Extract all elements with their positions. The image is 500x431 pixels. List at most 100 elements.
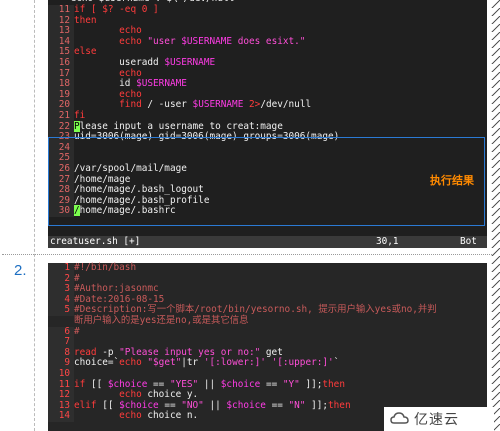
code-token: $choice [107, 378, 148, 390]
code-token: $USERNAME [136, 78, 187, 90]
line-number: 10 [48, 368, 74, 380]
watermark: 亿速云 [384, 407, 494, 431]
code-line: 14 echo "user $USERNAME does esixt." [48, 35, 487, 48]
code-token: [[ [96, 399, 120, 411]
output-text: lease input a username to creat:mage [79, 120, 283, 132]
code-token: ` [333, 357, 340, 369]
code-token: -p [96, 346, 120, 358]
line-number: 1 [48, 262, 74, 274]
output-text: /home/mage [74, 173, 131, 185]
code-token: read [74, 346, 97, 358]
line-number: 14 [48, 411, 74, 422]
code-token: useradd [74, 56, 165, 68]
line-number: 16 [48, 57, 74, 69]
torn-edge-decoration [490, 0, 500, 431]
code-token: then [328, 399, 351, 411]
code-token: # [74, 272, 80, 284]
code-token: elif [74, 399, 97, 411]
code-line: 20 find / -user $USERNAME 2>/dev/null [48, 100, 487, 111]
code-token: get [260, 346, 283, 358]
cloud-logo-icon [390, 412, 409, 424]
code-token: == [147, 378, 170, 390]
code-token: #Author:jasonmc [74, 283, 159, 295]
output-line: 24 [48, 142, 487, 154]
output-line: 23 uid=3006(mage) gid=3006(mage) groups=3… [48, 131, 487, 143]
vim-terminal-1[interactable]: echo $username": $\ /dev/null11if [ $? -… [48, 0, 487, 248]
code-token: echo [74, 389, 142, 401]
code-token: '[:lower:]' '[:upper:]' [203, 357, 334, 369]
output-line: 30/home/mage/.bashrc [48, 205, 487, 217]
code-token: $USERNAME [164, 56, 216, 68]
code-token: echo [74, 35, 148, 47]
code-line: 6 # [48, 325, 487, 338]
code-token: echo [74, 410, 142, 422]
code-token: ]]; [305, 399, 329, 411]
code-token: choice=` [74, 357, 120, 369]
code-token: $choice [226, 399, 266, 411]
line-number: 4 [48, 294, 74, 306]
code-token: $USERNAME [181, 35, 233, 47]
code-token: echo [74, 88, 142, 100]
code-token: == [158, 399, 182, 411]
output-text: /home/mage/.bash_profile [74, 194, 210, 206]
code-token: fi [74, 109, 86, 121]
code-token: echo [119, 357, 142, 369]
code-token: [[ [85, 378, 108, 390]
code-token: || [198, 378, 221, 390]
result-label: 执行结果 [430, 174, 474, 187]
code-token: echo [74, 67, 142, 79]
code-token: #Description:写一个脚本/root/bin/yesorno.sh, … [74, 304, 437, 316]
line-number: 7 [48, 337, 74, 348]
code-token: "N" [288, 399, 306, 411]
code-token: 2> [249, 99, 261, 111]
code-token: does esixt." [232, 35, 306, 47]
code-token: # [74, 325, 80, 337]
code-token: "NO" [181, 399, 204, 411]
status-scroll: Bot [460, 236, 477, 247]
code-lines: echo $username": $\ /dev/null11if [ $? -… [48, 0, 487, 217]
code-line: 11 if [ $? -eq 0 ] [48, 4, 487, 16]
code-token: ]]; [299, 378, 323, 390]
code-token: echo [74, 25, 142, 37]
output-text: /home/mage/.bash_logout [74, 184, 204, 196]
code-token: choice n. [141, 410, 199, 422]
line-number: 2 [48, 273, 74, 285]
code-line: 1 #!/bin/bash [48, 262, 487, 274]
output-text: home/mage/.bashrc [79, 205, 176, 217]
code-token: $choice [220, 378, 261, 390]
code-token: find [119, 99, 142, 111]
watermark-text: 亿速云 [414, 412, 459, 428]
code-token: "YES" [169, 378, 199, 390]
output-text: /var/spool/mail/mage [74, 162, 187, 174]
line-number: 8 [48, 347, 74, 359]
code-token: |tr [181, 357, 204, 369]
line-number: 6 [48, 326, 74, 338]
line-number: 3 [48, 284, 74, 295]
code-token: "$get" [147, 357, 182, 369]
code-token: || [203, 399, 227, 411]
vim-terminal-2[interactable]: 1 #!/bin/bash 2 #3 #Author:jasonmc 4 #Date:201… [48, 262, 487, 431]
code-token: else [74, 46, 97, 58]
vim-status-bar: creatuser.sh [+] 30,1 Bot [48, 236, 487, 248]
line-number: 30 [48, 206, 74, 217]
code-token: then [322, 378, 345, 390]
code-token: then [74, 14, 97, 26]
code-token: choice y. [141, 389, 199, 401]
code-token: "Y" [282, 378, 300, 390]
item-number: 2. [14, 262, 27, 279]
code-token: 断用户输入的是yes还是no,或是其它信息 [74, 314, 249, 326]
output-text: uid=3006(mage) gid=3006(mage) groups=300… [74, 131, 340, 143]
code-line: 9 choice=`echo "$get"|tr '[:lower:]' '[:u… [48, 358, 487, 369]
document-frame: echo $username": $\ /dev/null11if [ $? -… [0, 0, 500, 431]
code-token: /dev/null [260, 99, 312, 111]
code-token: id [74, 78, 137, 90]
code-token: == [265, 399, 289, 411]
code-line: 断用户输入的是yes还是no,或是其它信息 [48, 314, 487, 327]
line-number: 26 [48, 163, 74, 175]
code-token: == [260, 378, 283, 390]
code-token: if [ $? -eq 0 ] [74, 4, 159, 15]
code-token: #!/bin/bash [74, 262, 137, 273]
status-cursor-position: 30,1 [376, 236, 399, 247]
status-filename: creatuser.sh [+] [50, 236, 141, 247]
code-token: if [74, 378, 86, 390]
